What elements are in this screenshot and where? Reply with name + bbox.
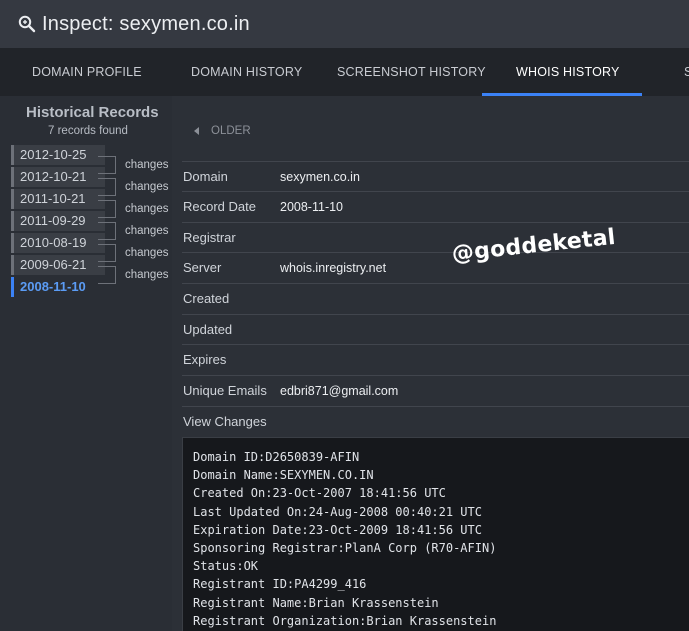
field-row-domain: Domain sexymen.co.in	[182, 161, 689, 191]
changes-link[interactable]: changes	[125, 247, 168, 259]
field-label: Record Date	[183, 199, 256, 214]
whois-record-panel: OLDER Domain sexymen.co.in Record Date 2…	[172, 96, 689, 631]
raw-whois-box[interactable]: Domain ID:D2650839-AFIN Domain Name:SEXY…	[182, 437, 689, 631]
changes-bracket	[98, 178, 116, 196]
record-date-item[interactable]: 2011-10-21	[11, 189, 105, 209]
raw-whois-line: Registrant Organization:Brian Krassenste…	[193, 613, 497, 628]
page-title: Inspect: sexymen.co.in	[42, 12, 250, 35]
field-label: View Changes	[183, 414, 267, 429]
inspect-header: Inspect: sexymen.co.in	[0, 0, 689, 48]
tab-domain-profile[interactable]: DOMAIN PROFILE	[32, 48, 142, 96]
raw-whois-line: Expiration Date:23-Oct-2009 18:41:56 UTC	[193, 522, 482, 537]
raw-whois-line: Status:OK	[193, 559, 259, 574]
field-label: Created	[183, 291, 230, 306]
changes-link[interactable]: changes	[125, 225, 168, 237]
record-date-item[interactable]: 2011-09-29	[11, 211, 105, 231]
record-date-item[interactable]: 2012-10-21	[11, 167, 105, 187]
chevron-left-icon	[194, 127, 199, 135]
tab-overflow[interactable]: S	[684, 48, 689, 96]
email-value[interactable]: edbri871@gmail.com	[280, 384, 398, 398]
raw-whois-line: Sponsoring Registrar:PlanA Corp (R70-AFI…	[193, 540, 497, 555]
field-label: Expires	[183, 352, 227, 367]
field-value: whois.inregistry.net	[280, 260, 387, 275]
older-label: OLDER	[211, 125, 251, 137]
record-date-item[interactable]: 2009-06-21	[11, 255, 105, 275]
field-row-expires: Expires	[182, 344, 689, 374]
field-label: Server	[183, 260, 222, 275]
field-row-record-date: Record Date 2008-11-10	[182, 191, 689, 221]
raw-whois-line: Registrant ID:PA4299_416	[193, 577, 367, 592]
record-date-item[interactable]: 2012-10-25	[11, 145, 105, 165]
field-row-created: Created	[182, 283, 689, 313]
record-date-item-active[interactable]: 2008-11-10	[11, 277, 105, 297]
field-label: Registrar	[183, 230, 236, 245]
changes-link[interactable]: changes	[125, 181, 168, 193]
historical-records-panel: Historical Records 7 records found 2012-…	[0, 96, 172, 631]
tab-screenshot-history[interactable]: SCREENSHOT HISTORY	[337, 48, 486, 96]
field-row-server: Server whois.inregistry.net	[182, 252, 689, 282]
changes-bracket	[98, 266, 116, 284]
tab-whois-history[interactable]: WHOIS HISTORY	[516, 48, 620, 96]
raw-whois-line: Last Updated On:24-Aug-2008 00:40:21 UTC	[193, 504, 482, 519]
field-label: Domain	[183, 169, 228, 184]
field-value: 2008-11-10	[280, 199, 344, 214]
record-date-item[interactable]: 2010-08-19	[11, 233, 105, 253]
tab-bar: DOMAIN PROFILE DOMAIN HISTORY SCREENSHOT…	[0, 48, 689, 96]
field-label: Unique Emails	[183, 383, 267, 398]
changes-bracket	[98, 156, 116, 174]
field-label: Updated	[183, 322, 233, 337]
field-row-unique-emails: Unique Emails edbri871@gmail.com	[182, 375, 689, 405]
changes-bracket	[98, 244, 116, 262]
tab-domain-history[interactable]: DOMAIN HISTORY	[191, 48, 302, 96]
older-button[interactable]: OLDER	[194, 125, 251, 137]
records-count: 7 records found	[48, 125, 128, 137]
field-row-updated: Updated	[182, 314, 689, 344]
changes-link[interactable]: changes	[125, 269, 168, 281]
changes-link[interactable]: changes	[125, 159, 168, 171]
field-value: sexymen.co.in	[280, 169, 360, 184]
changes-bracket	[98, 200, 116, 218]
raw-whois-line: Registrant Name:Brian Krassenstein	[193, 595, 439, 610]
historical-records-heading: Historical Records	[26, 104, 159, 121]
search-icon	[18, 15, 36, 33]
raw-whois-line: Domain ID:D2650839-AFIN	[193, 450, 360, 464]
changes-bracket	[98, 222, 116, 240]
changes-link[interactable]: changes	[125, 203, 168, 215]
raw-whois-line: Created On:23-Oct-2007 18:41:56 UTC	[193, 486, 446, 501]
field-row-view-changes: View Changes	[182, 406, 689, 436]
raw-whois-line: Domain Name:SEXYMEN.CO.IN	[193, 468, 374, 483]
